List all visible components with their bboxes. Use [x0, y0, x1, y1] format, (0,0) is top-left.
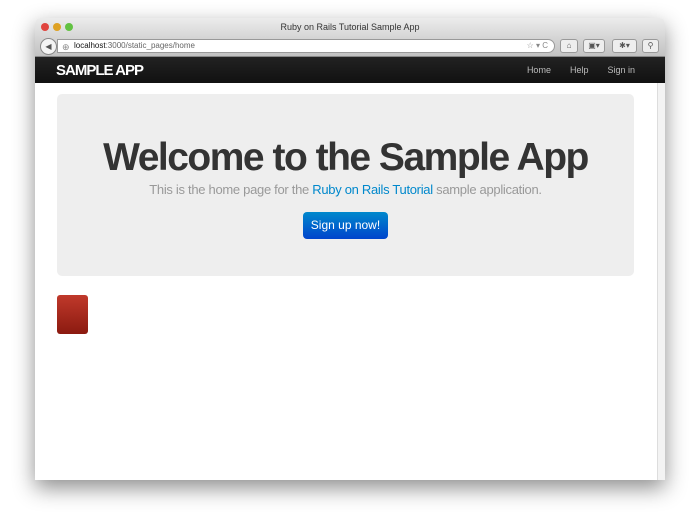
- nav-help[interactable]: Help: [570, 65, 589, 75]
- sign-up-button[interactable]: Sign up now!: [303, 212, 388, 239]
- search-button[interactable]: ⚲: [642, 39, 659, 53]
- address-bar[interactable]: ⊕ localhost:3000/static_pages/home ☆ ▾ C: [57, 39, 555, 53]
- extensions-button[interactable]: ✱▾: [612, 39, 637, 53]
- navbar: SAMPLE APP Home Help Sign in: [35, 57, 665, 83]
- close-button[interactable]: [41, 23, 49, 31]
- url-path: :3000/static_pages/home: [105, 41, 195, 50]
- bookmark-star-reload-icons[interactable]: ☆ ▾ C: [527, 40, 548, 52]
- browser-window: Ruby on Rails Tutorial Sample App ◀ ⊕ loc…: [35, 18, 665, 480]
- hero-text: This is the home page for the Ruby on Ra…: [57, 182, 634, 197]
- minimize-button[interactable]: [53, 23, 61, 31]
- home-button[interactable]: ⌂: [560, 39, 578, 53]
- zoom-button[interactable]: [65, 23, 73, 31]
- hero-unit: Welcome to the Sample App This is the ho…: [57, 94, 634, 276]
- nav-home[interactable]: Home: [527, 65, 551, 75]
- back-button[interactable]: ◀: [40, 38, 57, 55]
- rails-tutorial-link[interactable]: Ruby on Rails Tutorial: [312, 182, 433, 197]
- hero-heading: Welcome to the Sample App: [103, 136, 589, 179]
- bookmarks-button[interactable]: ▣▾: [583, 39, 605, 53]
- title-bar: Ruby on Rails Tutorial Sample App: [35, 18, 665, 37]
- scrollbar[interactable]: [657, 83, 665, 480]
- nav-sign-in[interactable]: Sign in: [607, 65, 635, 75]
- toolbar: ◀ ⊕ localhost:3000/static_pages/home ☆ ▾ C…: [35, 37, 665, 57]
- window-title: Ruby on Rails Tutorial Sample App: [280, 22, 420, 32]
- rails-logo[interactable]: [57, 295, 88, 334]
- hero-text-after: sample application.: [432, 182, 542, 197]
- url-host: localhost: [74, 41, 106, 50]
- hero-text-before: This is the home page for the: [149, 182, 313, 197]
- brand-logo[interactable]: SAMPLE APP: [56, 62, 144, 79]
- globe-icon: ⊕: [62, 42, 70, 52]
